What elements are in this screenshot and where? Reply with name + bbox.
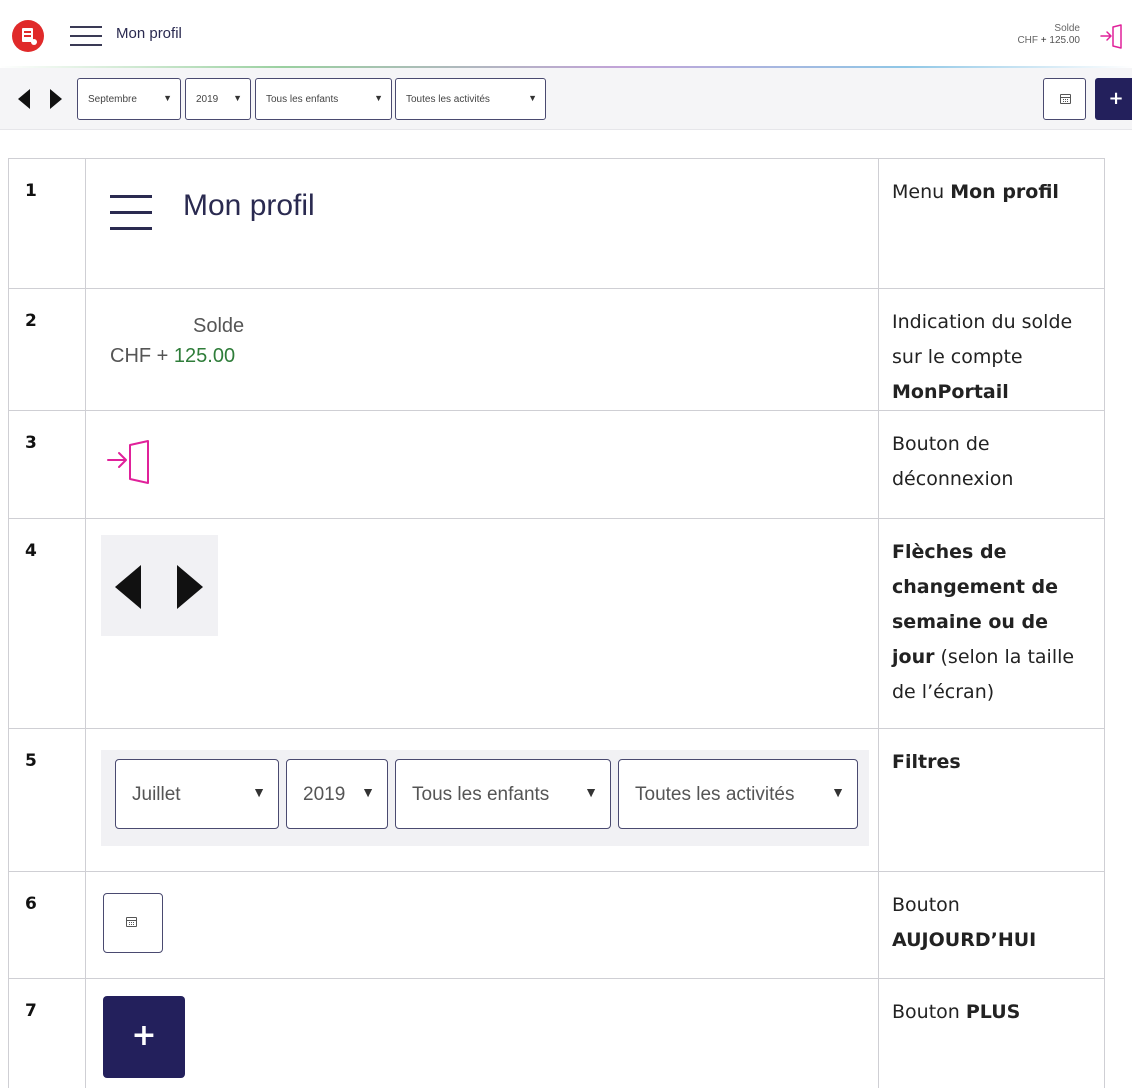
children-select-value: Tous les enfants [266,94,339,105]
row-illustration: Mon profil [85,158,879,289]
filters-illustration: Juillet ▼ 2019 ▼ Tous les enfants ▼ Tout… [101,750,869,846]
triangle-right-icon [177,565,203,609]
balance-label: Solde [193,315,245,337]
chevron-down-icon: ▼ [528,93,537,103]
page-title: Mon profil [116,25,182,42]
balance-amount: CHF + 125.00 [110,345,236,367]
filter-toolbar: Septembre ▼ 2019 ▼ Tous les enfants ▼ To… [0,68,1132,130]
prev-week-button[interactable] [18,89,30,109]
row-number: 1 [8,158,86,289]
table-row: 4 Flèches de changement de semaine ou de… [8,518,1105,729]
row-description: Menu Mon profil [878,158,1105,289]
month-select[interactable]: Septembre ▼ [77,78,181,120]
triangle-left-icon [115,565,141,609]
balance-label: Solde [1054,23,1080,34]
year-select-illustration: 2019 ▼ [286,759,388,829]
table-row: 3 Bouton de déconnexion [8,410,1105,519]
table-row: 7 + Bouton PLUS [8,978,1105,1088]
nav-arrows-illustration [101,535,218,636]
hamburger-icon [110,195,152,231]
next-week-button[interactable] [50,89,62,109]
year-select[interactable]: 2019 ▼ [185,78,251,120]
chevron-down-icon: ▼ [831,784,845,800]
activities-select[interactable]: Toutes les activités ▼ [395,78,546,120]
children-select[interactable]: Tous les enfants ▼ [255,78,392,120]
balance-indicator: Solde CHF + 125.00 [1017,23,1080,47]
row-number: 4 [8,518,86,729]
today-button-illustration [103,893,163,953]
illustration-title: Mon profil [183,189,315,222]
hamburger-icon [70,26,102,28]
row-description: Filtres [878,728,1105,872]
balance-sign: + [1040,35,1047,46]
activities-select-value: Toutes les activités [406,94,490,105]
year-select-value: 2019 [196,94,219,105]
menu-button[interactable] [70,24,102,46]
table-row: 5 Juillet ▼ 2019 ▼ Tous les enfants ▼ To… [8,728,1105,872]
row-illustration: + [85,978,879,1088]
row-description: Bouton AUJOURD’HUI [878,871,1105,979]
chevron-down-icon: ▼ [374,93,383,103]
row-number: 5 [8,728,86,872]
balance-currency: CHF [1017,35,1038,46]
calendar-icon [126,917,137,927]
row-description: Indication du solde sur le compte MonPor… [878,288,1105,411]
row-description: Bouton PLUS [878,978,1105,1088]
app-logo-icon [12,20,44,52]
today-button[interactable] [1043,78,1086,120]
balance-value: 125.00 [1049,35,1080,46]
chevron-down-icon: ▼ [163,93,172,103]
plus-button-illustration: + [103,996,185,1078]
row-illustration [85,518,879,729]
table-row: 2 Solde CHF + 125.00 Indication du solde… [8,288,1105,411]
row-illustration [85,871,879,979]
plus-button[interactable]: + [1095,78,1132,120]
row-illustration [85,410,879,519]
chevron-down-icon: ▼ [584,784,598,800]
chevron-down-icon: ▼ [233,93,242,103]
legend-table: 1 Mon profil Menu Mon profil 2 Solde CHF… [8,158,1105,1088]
chevron-down-icon: ▼ [252,784,266,800]
row-number: 3 [8,410,86,519]
logout-button[interactable] [1100,24,1124,50]
row-illustration: Juillet ▼ 2019 ▼ Tous les enfants ▼ Tout… [85,728,879,872]
row-number: 7 [8,978,86,1088]
activities-select-illustration: Toutes les activités ▼ [618,759,858,829]
calendar-icon [1060,94,1071,104]
row-description: Flèches de changement de semaine ou de j… [878,518,1105,729]
row-number: 2 [8,288,86,411]
chevron-down-icon: ▼ [361,784,375,800]
table-row: 1 Mon profil Menu Mon profil [8,158,1105,289]
table-row: 6 Bouton AUJOURD’HUI [8,871,1105,979]
month-select-value: Septembre [88,94,137,105]
row-illustration: Solde CHF + 125.00 [85,288,879,411]
row-description: Bouton de déconnexion [878,410,1105,519]
row-number: 6 [8,871,86,979]
logout-door-icon [107,440,149,484]
app-header: Mon profil Solde CHF + 125.00 [0,0,1132,66]
children-select-illustration: Tous les enfants ▼ [395,759,611,829]
month-select-illustration: Juillet ▼ [115,759,279,829]
